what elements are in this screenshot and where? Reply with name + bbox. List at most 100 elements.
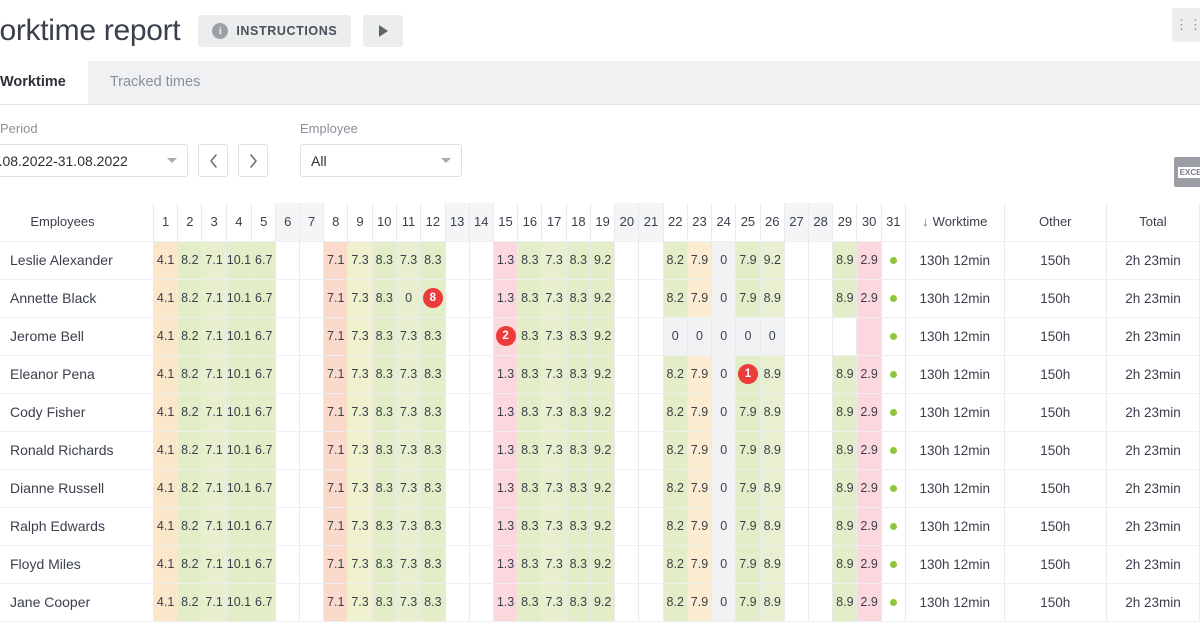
day-cell-17[interactable]: 7.3	[541, 355, 567, 394]
day-cell-7[interactable]	[299, 545, 325, 584]
day-cell-7[interactable]	[299, 393, 325, 432]
day-cell-3[interactable]: 7.1	[201, 583, 227, 622]
day-cell-9[interactable]: 7.3	[347, 545, 373, 584]
employee-cell[interactable]: Dianne Russell	[0, 469, 154, 508]
day-cell-23[interactable]: 7.9	[687, 355, 713, 394]
table-row[interactable]: Jane Cooper 4.1 8.2 7.1 10.1 6.7 7.1 7.3 8.3 7.3 8…	[0, 583, 1200, 622]
day-cell-28[interactable]	[808, 393, 834, 432]
day-cell-13[interactable]	[445, 393, 470, 432]
day-cell-24[interactable]: 0	[711, 583, 737, 622]
day-cell-27[interactable]	[784, 545, 810, 584]
day-cell-4[interactable]: 10.1	[226, 583, 253, 622]
day-cell-4[interactable]: 10.1	[226, 545, 253, 584]
day-cell-26[interactable]: 8.9	[760, 355, 785, 394]
day-cell-21[interactable]	[638, 507, 664, 546]
day-cell-9[interactable]: 7.3	[347, 507, 373, 546]
alert-badge[interactable]: 1	[737, 364, 758, 384]
day-cell-15[interactable]: 1.3	[493, 545, 519, 584]
employee-cell[interactable]: Annette Black	[0, 279, 154, 318]
day-cell-2[interactable]: 8.2	[177, 393, 203, 432]
day-cell-5[interactable]: 6.7	[251, 317, 277, 356]
day-cell-9[interactable]: 7.3	[347, 469, 373, 508]
day-cell-19[interactable]: 9.2	[590, 545, 616, 584]
overflow-menu-button[interactable]: ⋮⋮	[1172, 8, 1200, 42]
day-cell-8[interactable]: 7.1	[323, 545, 349, 584]
day-cell-7[interactable]	[299, 431, 325, 470]
day-cell-17[interactable]: 7.3	[541, 507, 567, 546]
column-header-day-25[interactable]: 25	[735, 203, 761, 242]
day-cell-10[interactable]: 8.3	[372, 583, 397, 622]
day-cell-4[interactable]: 10.1	[226, 241, 253, 280]
day-cell-27[interactable]	[784, 507, 810, 546]
day-cell-2[interactable]: 8.2	[177, 317, 203, 356]
day-cell-30[interactable]: 2.9	[856, 583, 882, 622]
day-cell-21[interactable]	[638, 469, 664, 508]
day-cell-4[interactable]: 10.1	[226, 393, 253, 432]
day-cell-8[interactable]: 7.1	[323, 469, 349, 508]
export-excel-button[interactable]: EXCEL	[1174, 157, 1200, 187]
day-cell-30[interactable]: 2.9	[856, 393, 882, 432]
day-cell-23[interactable]: 0	[687, 317, 713, 356]
day-cell-10[interactable]: 8.3	[372, 393, 397, 432]
day-cell-20[interactable]	[614, 507, 640, 546]
table-row[interactable]: Jerome Bell 4.1 8.2 7.1 10.1 6.7 7.1 7.3 8.3 7.3 8…	[0, 317, 1200, 356]
employee-cell[interactable]: Leslie Alexander	[0, 241, 154, 280]
day-cell-18[interactable]: 8.3	[566, 317, 592, 356]
day-cell-24[interactable]: 0	[711, 317, 737, 356]
day-cell-12[interactable]: 8.3	[420, 545, 446, 584]
column-header-day-20[interactable]: 20	[614, 203, 640, 242]
day-cell-16[interactable]: 8.3	[517, 241, 543, 280]
day-cell-25[interactable]: 7.9	[735, 545, 761, 584]
column-header-day-10[interactable]: 10	[372, 203, 397, 242]
day-cell-1[interactable]: 4.1	[153, 507, 179, 546]
day-cell-12[interactable]: 8	[420, 279, 446, 318]
day-cell-1[interactable]: 4.1	[153, 583, 179, 622]
day-cell-9[interactable]: 7.3	[347, 279, 373, 318]
day-cell-22[interactable]: 8.2	[663, 545, 688, 584]
day-cell-20[interactable]	[614, 545, 640, 584]
day-cell-31[interactable]	[881, 469, 906, 508]
day-cell-10[interactable]: 8.3	[372, 279, 397, 318]
day-cell-12[interactable]: 8.3	[420, 507, 446, 546]
day-cell-21[interactable]	[638, 279, 664, 318]
day-cell-24[interactable]: 0	[711, 393, 737, 432]
day-cell-17[interactable]: 7.3	[541, 469, 567, 508]
employee-cell[interactable]: Eleanor Pena	[0, 355, 154, 394]
employee-cell[interactable]: Floyd Miles	[0, 545, 154, 584]
day-cell-23[interactable]: 7.9	[687, 241, 713, 280]
day-cell-10[interactable]: 8.3	[372, 469, 397, 508]
instructions-button[interactable]: i INSTRUCTIONS	[198, 14, 352, 47]
day-cell-4[interactable]: 10.1	[226, 469, 253, 508]
day-cell-20[interactable]	[614, 393, 640, 432]
table-row[interactable]: Ralph Edwards 4.1 8.2 7.1 10.1 6.7 7.1 7.3 8.3 7.…	[0, 507, 1200, 546]
day-cell-6[interactable]	[275, 393, 301, 432]
day-cell-23[interactable]: 7.9	[687, 545, 713, 584]
day-cell-27[interactable]	[784, 393, 810, 432]
day-cell-6[interactable]	[275, 469, 301, 508]
day-cell-1[interactable]: 4.1	[153, 355, 179, 394]
day-cell-18[interactable]: 8.3	[566, 355, 592, 394]
day-cell-19[interactable]: 9.2	[590, 279, 616, 318]
day-cell-31[interactable]	[881, 355, 906, 394]
day-cell-14[interactable]	[469, 507, 494, 546]
column-header-day-6[interactable]: 6	[275, 203, 301, 242]
day-cell-29[interactable]: 8.9	[832, 431, 858, 470]
day-cell-26[interactable]: 8.9	[760, 507, 785, 546]
employee-cell[interactable]: Ronald Richards	[0, 431, 154, 470]
column-header-day-30[interactable]: 30	[856, 203, 882, 242]
day-cell-24[interactable]: 0	[711, 431, 737, 470]
day-cell-18[interactable]: 8.3	[566, 279, 592, 318]
day-cell-5[interactable]: 6.7	[251, 241, 277, 280]
day-cell-29[interactable]: 8.9	[832, 469, 858, 508]
day-cell-14[interactable]	[469, 355, 494, 394]
day-cell-19[interactable]: 9.2	[590, 317, 616, 356]
day-cell-31[interactable]	[881, 393, 906, 432]
day-cell-16[interactable]: 8.3	[517, 507, 543, 546]
day-cell-6[interactable]	[275, 279, 301, 318]
day-cell-30[interactable]: 2.9	[856, 279, 882, 318]
day-cell-15[interactable]: 1.3	[493, 583, 519, 622]
day-cell-7[interactable]	[299, 317, 325, 356]
day-cell-13[interactable]	[445, 241, 470, 280]
day-cell-26[interactable]: 8.9	[760, 393, 785, 432]
day-cell-3[interactable]: 7.1	[201, 279, 227, 318]
